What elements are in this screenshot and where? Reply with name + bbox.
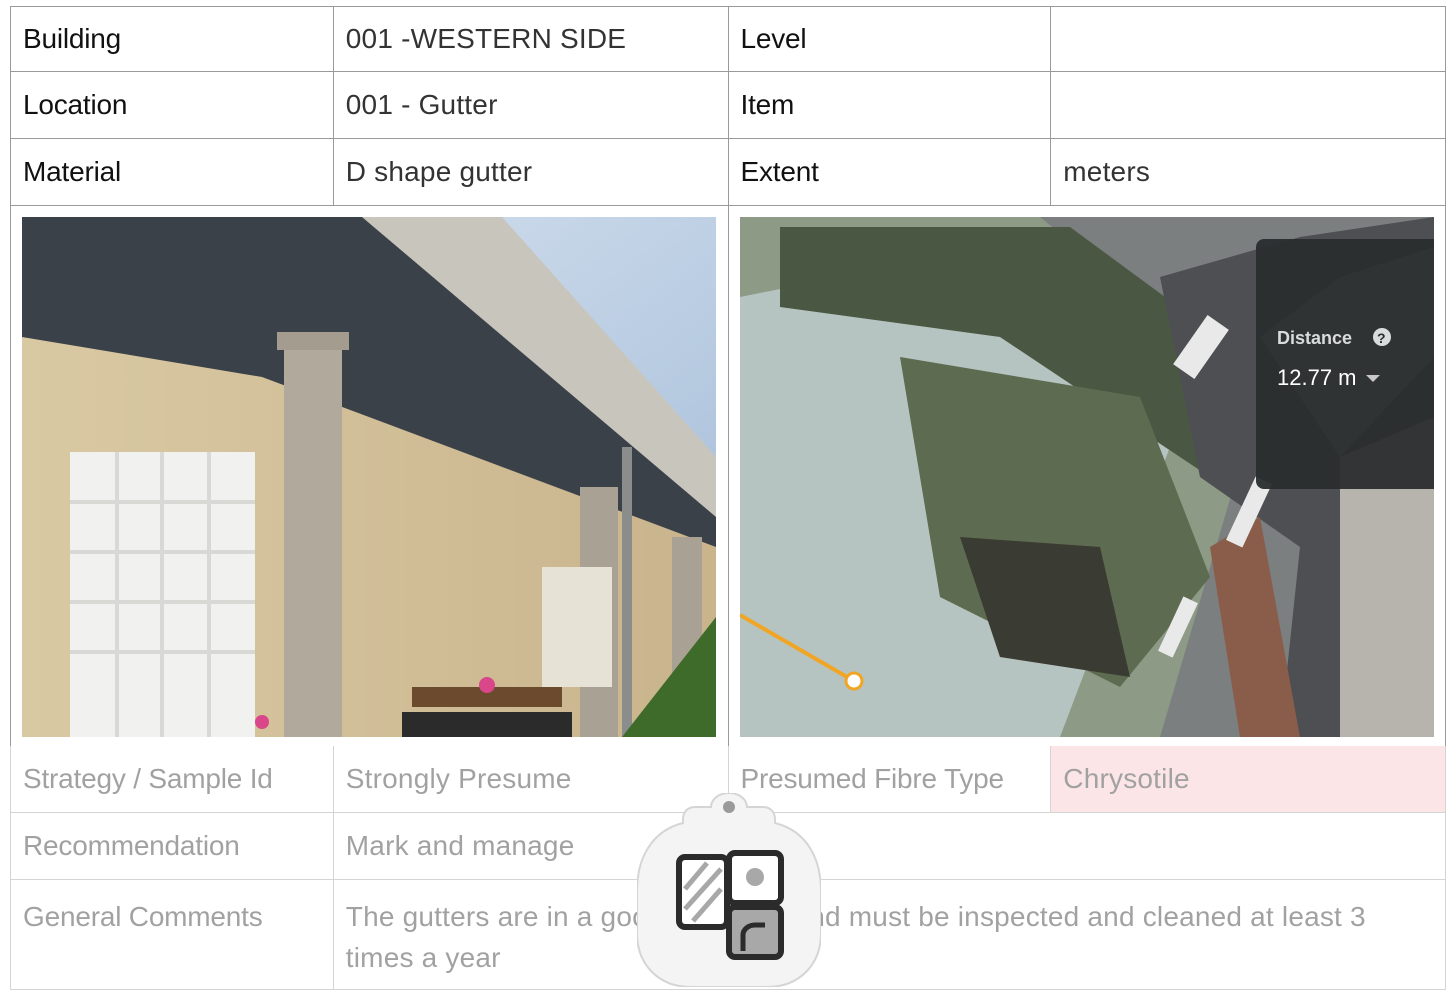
distance-value[interactable]: 12.77 m xyxy=(1277,365,1357,390)
svg-text:?: ? xyxy=(1377,330,1386,346)
gallery-clipboard-icon[interactable] xyxy=(637,793,821,987)
table-row-location: Location 001 - Gutter Item xyxy=(10,72,1446,139)
comments-value: The gutters are in a good condition and … xyxy=(333,880,1446,990)
level-value xyxy=(1051,6,1446,72)
photo-row: Distance ? 12.77 m xyxy=(10,206,1446,746)
recommendation-value: Mark and manage xyxy=(333,813,1446,880)
extent-value: meters xyxy=(1051,139,1446,206)
map-photo-cell: Distance ? 12.77 m xyxy=(729,206,1446,746)
item-value xyxy=(1051,72,1446,139)
table-row-material: Material D shape gutter Extent meters xyxy=(10,139,1446,206)
fibre-type-value: Chrysotile xyxy=(1051,746,1446,813)
material-label: Material xyxy=(11,139,334,206)
satellite-map[interactable]: Distance ? 12.77 m xyxy=(739,217,1434,737)
building-photo-cell xyxy=(11,206,729,746)
building-label: Building xyxy=(11,6,334,72)
comments-label: General Comments xyxy=(11,880,334,990)
strategy-label: Strategy / Sample Id xyxy=(11,746,334,813)
distance-label: Distance xyxy=(1277,328,1352,348)
table-row-building: Building 001 -WESTERN SIDE Level xyxy=(10,6,1446,72)
question-circle-icon[interactable]: ? xyxy=(1372,328,1391,346)
building-value: 001 -WESTERN SIDE xyxy=(333,6,729,72)
level-label: Level xyxy=(728,6,1052,72)
item-label: Item xyxy=(728,72,1052,139)
material-value: D shape gutter xyxy=(333,139,729,206)
building-photo[interactable] xyxy=(22,217,716,737)
extent-label: Extent xyxy=(728,139,1052,206)
recommendation-label: Recommendation xyxy=(11,813,334,880)
location-label: Location xyxy=(11,72,334,139)
location-value: 001 - Gutter xyxy=(333,72,729,139)
